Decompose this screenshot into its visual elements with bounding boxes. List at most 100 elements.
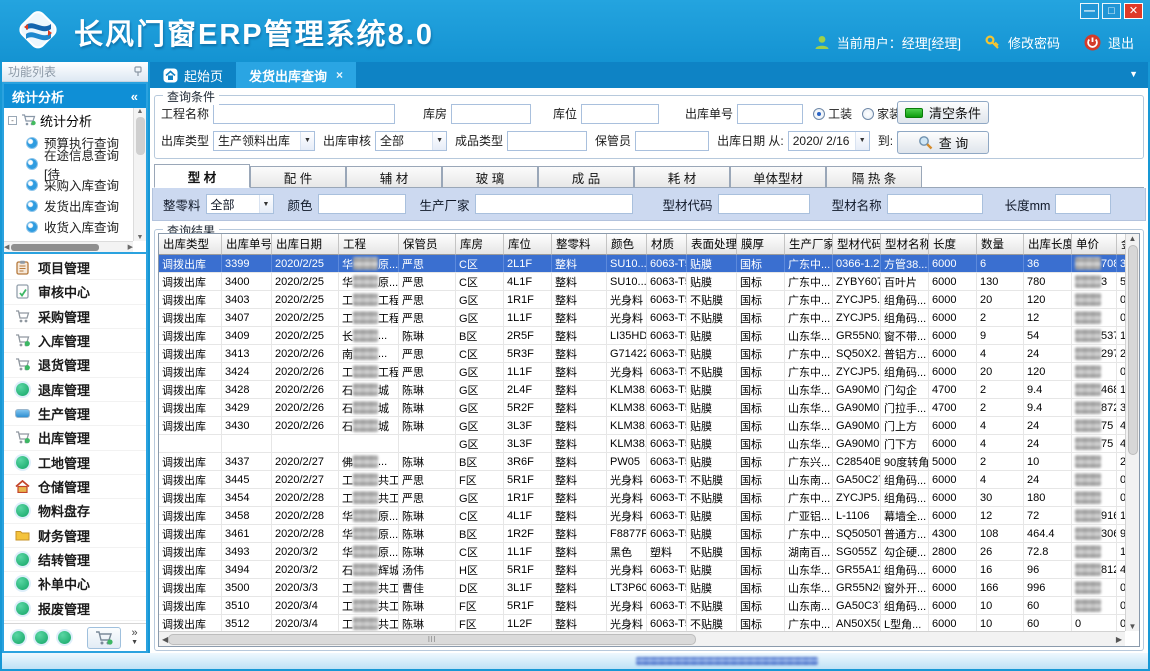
- whole-scrap-select[interactable]: 全部 ▼: [206, 194, 274, 214]
- table-row[interactable]: 调拨出库33992020/2/25华原...严思C区2L1F整料SU10...6…: [159, 255, 1125, 273]
- table-row[interactable]: 调拨出库34372020/2/27佛...陈琳B区3R6F整料PW056063-…: [159, 453, 1125, 471]
- grid-hscroll-thumb[interactable]: lll: [168, 634, 696, 645]
- material-tab[interactable]: 配 件: [250, 166, 346, 187]
- cart-group-button[interactable]: [87, 627, 121, 649]
- material-tab[interactable]: 成 品: [538, 166, 634, 187]
- column-header[interactable]: 单价: [1072, 234, 1117, 255]
- sidebar-item-warehouse[interactable]: 仓储管理: [4, 475, 146, 499]
- column-header[interactable]: 数量: [977, 234, 1024, 255]
- tab-home[interactable]: 起始页: [150, 62, 236, 88]
- table-row[interactable]: 调拨出库34452020/2/27工共工程严思F区5R1F整料光身料6063-T…: [159, 471, 1125, 489]
- project-name-input[interactable]: [213, 104, 395, 124]
- table-row[interactable]: 调拨出库34932020/3/2华原...陈琳C区1L1F整料黑色塑料不贴膜国标…: [159, 543, 1125, 561]
- scroll-right-icon[interactable]: ▶: [128, 243, 133, 251]
- group-dot-icon[interactable]: [12, 631, 25, 644]
- sidebar-item-cart-in[interactable]: 入库管理: [4, 329, 146, 353]
- column-header[interactable]: 库位: [504, 234, 552, 255]
- sidebar-item-cart-return[interactable]: 退货管理: [4, 353, 146, 377]
- close-button[interactable]: ✕: [1124, 3, 1143, 19]
- table-row[interactable]: 调拨出库35122020/3/4工共工程陈琳F区1L2F整料光身料6063-T5…: [159, 615, 1125, 631]
- group-dot-icon[interactable]: [35, 631, 48, 644]
- column-header[interactable]: 材质: [647, 234, 687, 255]
- expand-minus-icon[interactable]: -: [8, 116, 17, 125]
- table-row[interactable]: 调拨出库34292020/2/26石城陈琳G区5R2F整料KLM38176063…: [159, 399, 1125, 417]
- table-row[interactable]: 调拨出库34092020/2/25长...陈琳B区2R5F整料LI35HD606…: [159, 327, 1125, 345]
- workwear-radio[interactable]: [813, 108, 825, 120]
- dropdown-arrow-icon[interactable]: ▼: [432, 132, 446, 150]
- sidebar-item-cart-out[interactable]: 出库管理: [4, 426, 146, 450]
- minimize-button[interactable]: —: [1080, 3, 1099, 19]
- home-decor-radio[interactable]: [862, 108, 874, 120]
- column-header[interactable]: 型材代码: [833, 234, 881, 255]
- group-dot-icon[interactable]: [58, 631, 71, 644]
- column-header[interactable]: 整零料: [552, 234, 607, 255]
- material-tab[interactable]: 辅 材: [346, 166, 442, 187]
- profile-name-input[interactable]: [887, 194, 983, 214]
- collapse-icon[interactable]: «: [131, 89, 138, 104]
- column-header[interactable]: 膜厚: [737, 234, 785, 255]
- scroll-up-icon[interactable]: ▲: [137, 108, 144, 115]
- search-button[interactable]: 查 询: [897, 131, 989, 154]
- tree-item-query[interactable]: 在途信息查询[待: [4, 153, 133, 174]
- tree-vscroll-thumb[interactable]: [136, 117, 145, 155]
- table-row[interactable]: G区3L3F整料KLM38176063-T5贴膜国标山东华...GA90M09.…: [159, 435, 1125, 453]
- tree-item-query[interactable]: 发货出库查询: [4, 195, 133, 216]
- location-input[interactable]: [581, 104, 659, 124]
- grid-vertical-scrollbar[interactable]: ▲ ▼: [1125, 234, 1139, 631]
- date-from-picker[interactable]: 2020/ 2/16 ▼: [788, 131, 870, 151]
- material-tab[interactable]: 耗 材: [634, 166, 730, 187]
- table-row[interactable]: 调拨出库34282020/2/26石城陈琳G区2L4F整料KLM38176063…: [159, 381, 1125, 399]
- table-row[interactable]: 调拨出库35002020/3/3工共工程曹佳D区3L1F整料LT3P606063…: [159, 579, 1125, 597]
- pin-icon[interactable]: [134, 66, 142, 77]
- sidebar-item-production[interactable]: 生产管理: [4, 402, 146, 426]
- column-header[interactable]: 长度: [929, 234, 977, 255]
- order-no-input[interactable]: [737, 104, 803, 124]
- column-header[interactable]: 出库单号: [222, 234, 272, 255]
- table-row[interactable]: 调拨出库34072020/2/25工工程严思G区1L1F整料光身料6063-T5…: [159, 309, 1125, 327]
- scroll-down-icon[interactable]: ▼: [1129, 622, 1137, 631]
- sidebar-item-finance[interactable]: 财务管理: [4, 524, 146, 548]
- tree-hscroll-thumb[interactable]: [11, 244, 99, 251]
- change-password-link[interactable]: 修改密码: [1008, 33, 1060, 52]
- outbound-audit-select[interactable]: 全部 ▼: [375, 131, 447, 151]
- column-header[interactable]: 表面处理: [687, 234, 737, 255]
- column-header[interactable]: 出库长度: [1024, 234, 1072, 255]
- table-row[interactable]: 调拨出库34132020/2/26南...严思C区5R3F整料G71422606…: [159, 345, 1125, 363]
- table-row[interactable]: 调拨出库34612020/2/28华原...陈琳B区1R2F整料F8877FT6…: [159, 525, 1125, 543]
- column-header[interactable]: 出库类型: [159, 234, 222, 255]
- table-row[interactable]: 调拨出库34032020/2/25工工程严思G区1R1F整料光身料6063-T5…: [159, 291, 1125, 309]
- table-row[interactable]: 调拨出库35102020/3/4工共工程陈琳F区5R1F整料光身料6063-T5…: [159, 597, 1125, 615]
- table-row[interactable]: 调拨出库34942020/3/2石辉城汤伟H区5R1F整料光身料6063-T5贴…: [159, 561, 1125, 579]
- scroll-right-icon[interactable]: ▶: [1116, 635, 1122, 644]
- dropdown-arrow-icon[interactable]: ▼: [259, 195, 273, 213]
- tree-item-query[interactable]: 采购入库查询: [4, 174, 133, 195]
- tree-vertical-scrollbar[interactable]: ▲ ▼: [133, 108, 146, 241]
- length-input[interactable]: [1055, 194, 1111, 214]
- grid-horizontal-scrollbar[interactable]: ◀ lll ▶: [159, 631, 1125, 646]
- table-row[interactable]: 调拨出库34242020/2/26工工程严思G区1L1F整料光身料6063-T5…: [159, 363, 1125, 381]
- maximize-button[interactable]: □: [1102, 3, 1121, 19]
- tab-list-caret-icon[interactable]: ▼: [1129, 69, 1138, 79]
- sidebar-item-clipboard[interactable]: 项目管理: [4, 256, 146, 280]
- column-header[interactable]: 保管员: [399, 234, 456, 255]
- sidebar-item-teal-dot[interactable]: 报废管理: [4, 597, 146, 621]
- manufacturer-input[interactable]: [475, 194, 633, 214]
- keeper-input[interactable]: [635, 131, 709, 151]
- column-header[interactable]: 颜色: [607, 234, 647, 255]
- grid-vscroll-thumb[interactable]: [1128, 245, 1138, 455]
- scroll-down-icon[interactable]: ▼: [137, 234, 144, 241]
- column-header[interactable]: 出库日期: [272, 234, 339, 255]
- column-header[interactable]: 库房: [456, 234, 504, 255]
- table-row[interactable]: 调拨出库34542020/2/28工共工程严思G区1R1F整料光身料6063-T…: [159, 489, 1125, 507]
- product-type-input[interactable]: [507, 131, 587, 151]
- column-header[interactable]: 生产厂家: [785, 234, 833, 255]
- sidebar-item-teal-dot[interactable]: 工地管理: [4, 451, 146, 475]
- material-tab[interactable]: 隔 热 条: [826, 166, 922, 187]
- sidebar-item-cart[interactable]: G采购管理: [4, 305, 146, 329]
- dropdown-arrow-icon[interactable]: ▼: [300, 132, 314, 150]
- sidebar-item-teal-dot[interactable]: 物料盘存: [4, 499, 146, 523]
- more-groups-button[interactable]: »▼: [131, 629, 138, 647]
- material-tab[interactable]: 玻 璃: [442, 166, 538, 187]
- tree-node-statistics[interactable]: -统计分析: [4, 108, 133, 132]
- table-row[interactable]: 调拨出库34302020/2/26石城陈琳G区3L3F整料KLM38176063…: [159, 417, 1125, 435]
